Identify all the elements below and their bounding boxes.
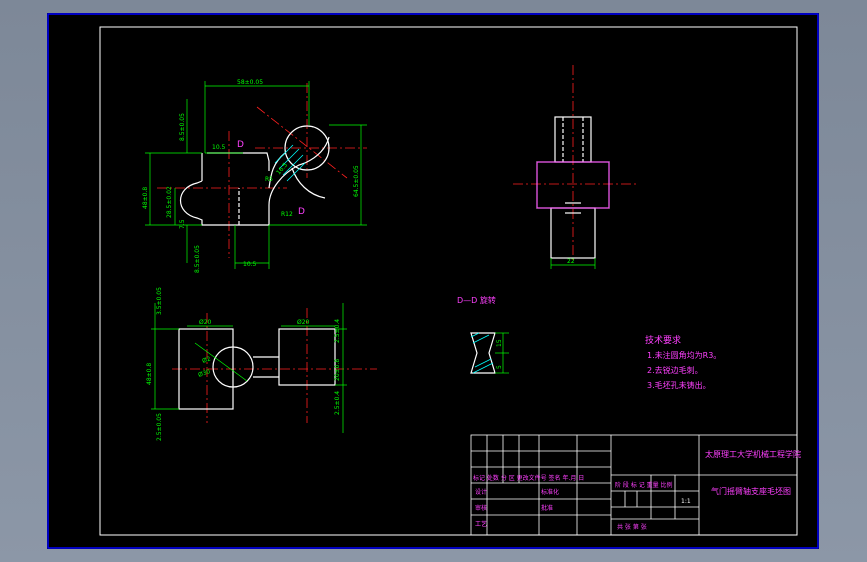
dim-right-height: 20±0.8	[334, 359, 341, 381]
dim-radius2: R5	[265, 176, 273, 183]
dim-dia-left: Ø20	[199, 319, 212, 326]
dim-top-left-top: 3.5±0.05	[156, 287, 163, 315]
dim-bottom-offset: 8.5±0.05	[194, 245, 201, 273]
dim-sec-1: 15	[496, 339, 503, 347]
dim-radius: R12	[281, 211, 293, 218]
front-view: 58±0.05 48±0.8 64.5±0.05 8.5±0.05 10.5 2…	[142, 79, 367, 273]
dim-inner-dia: Ø2	[201, 355, 212, 365]
school-name: 太原理工大学机械工程学院	[705, 449, 801, 459]
dim-side-width: 22	[567, 258, 575, 265]
dim-sec-2: 5	[496, 365, 503, 369]
sign-design: 设计	[475, 488, 487, 496]
dim-top-width: 58±0.05	[237, 79, 263, 86]
dim-bore-offset: 10.5	[212, 144, 226, 151]
dim-right-height: 64.5±0.05	[353, 165, 360, 197]
dim-bottom-width: 10.5	[243, 261, 257, 268]
stage-row: 阶 段 标 记 重量 比例	[615, 481, 673, 489]
dim-top-offset: 8.5±0.05	[179, 113, 186, 141]
tech-requirements: 技术要求 1.未注圆角均为R3。 2.去锐边毛刺。 3.毛坯孔未铸出。	[645, 334, 721, 390]
tech-item-2: 2.去锐边毛刺。	[647, 365, 703, 375]
dim-right-top: 2.5±0.4	[334, 319, 341, 343]
section-title: D—D 旋转	[457, 295, 496, 305]
part-name: 气门摇臂轴支座毛坯图	[711, 486, 791, 496]
tech-item-1: 1.未注圆角均为R3。	[647, 350, 721, 360]
section-mark-d2: D	[298, 207, 305, 217]
section-mark-d1: D	[237, 140, 244, 150]
title-block: 太原理工大学机械工程学院 气门摇臂轴支座毛坯图 标记 处数 分 区 更改文件号 …	[470, 434, 801, 536]
dim-right-bottom: 2.5±0.4	[334, 391, 341, 415]
dim-mid-height: 28.5±0.02	[166, 186, 173, 218]
inner-frame	[99, 26, 798, 536]
side-view: 22	[513, 65, 637, 269]
drawing-sheet: 58±0.05 48±0.8 64.5±0.05 8.5±0.05 10.5 2…	[47, 13, 819, 549]
header-row: 标记 处数 分 区 更改文件号 签名 年.月.日	[473, 474, 584, 482]
dim-top-left-height: 48±0.8	[146, 363, 153, 385]
dim-inner-dia2: Ø30	[197, 368, 211, 379]
sign-process: 工艺	[475, 520, 487, 528]
dim-dia-right: Ø20	[297, 319, 310, 326]
tech-item-3: 3.毛坯孔未铸出。	[647, 380, 711, 390]
tech-heading: 技术要求	[645, 334, 681, 346]
sheet-row: 共 张 第 张	[617, 523, 647, 531]
scale-value: 1:1	[681, 498, 691, 505]
sign-review: 审核	[475, 504, 487, 512]
dim-left-height: 48±0.8	[142, 187, 149, 209]
approve-label: 批准	[541, 504, 553, 512]
top-view: 3.5±0.05 48±0.8 2.5±0.05 Ø20 Ø20 2.5±0.4…	[146, 287, 377, 441]
std-label: 标准化	[541, 488, 559, 496]
section-view: D—D 旋转 15 5	[457, 295, 509, 374]
cad-drawing: 58±0.05 48±0.8 64.5±0.05 8.5±0.05 10.5 2…	[47, 13, 819, 549]
dim-small-step: 7.5	[179, 219, 186, 229]
dim-angle: 16.5	[275, 161, 289, 176]
outer-frame	[47, 13, 819, 549]
dim-top-left-bottom: 2.5±0.05	[156, 413, 163, 441]
